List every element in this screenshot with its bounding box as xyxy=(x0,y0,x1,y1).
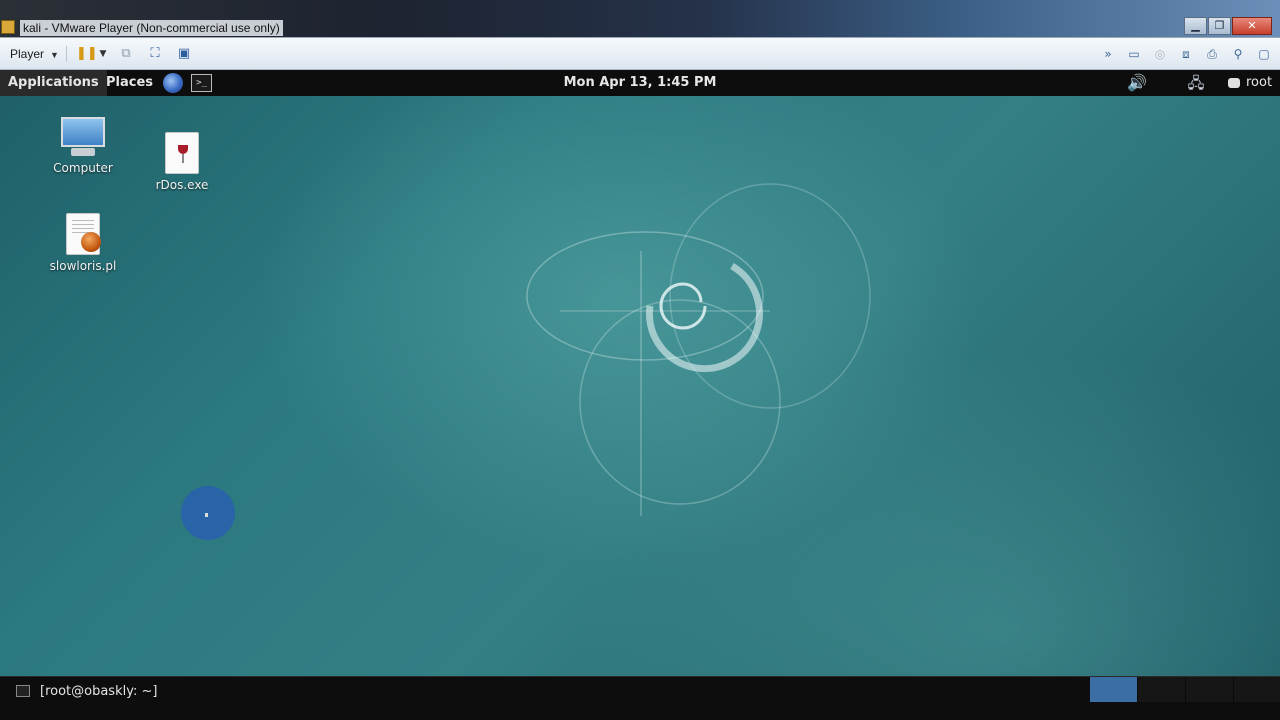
desktop-icon-label: Computer xyxy=(53,161,113,175)
computer-icon xyxy=(61,117,105,157)
network-adapter-icon[interactable]: ⧈ xyxy=(1178,46,1194,62)
pause-icon[interactable]: ❚❚ xyxy=(76,46,98,62)
desktop-icon-label: slowloris.pl xyxy=(49,259,117,273)
vmware-titlebar: kali - VMware Player (Non-commercial use… xyxy=(0,0,1280,38)
fullscreen-icon[interactable]: ⛶ xyxy=(147,46,163,62)
more-icon[interactable]: » xyxy=(1100,46,1116,62)
printer-icon[interactable]: ⎙ xyxy=(1204,46,1220,62)
dropdown-caret-icon[interactable]: ▼ xyxy=(98,46,108,62)
browser-launcher-icon[interactable] xyxy=(163,73,183,93)
bottom-panel: [root@obaskly: ~] xyxy=(0,676,1280,720)
desktop-icon-label: rDos.exe xyxy=(155,178,209,192)
guest-desktop: Applications Places >_ Mon Apr 13, 1:45 … xyxy=(0,70,1280,720)
taskbar-item-terminal[interactable]: [root@obaskly: ~] xyxy=(16,683,157,699)
workspace-2[interactable] xyxy=(1138,677,1186,702)
workspace-3[interactable] xyxy=(1186,677,1234,702)
vmware-toolbar: Player ▼ ❚❚ ▼ ⧉ ⛶ ▣ » ▭ ◎ ⧈ ⎙ ⚲ ▢ xyxy=(0,38,1280,70)
maximize-button[interactable]: ❐ xyxy=(1208,17,1231,35)
desktop-icon-computer[interactable]: Computer xyxy=(38,117,128,175)
user-menu[interactable]: root xyxy=(1246,70,1272,96)
perl-script-icon xyxy=(66,213,101,255)
usb-icon[interactable]: ⚲ xyxy=(1230,46,1246,62)
volume-icon[interactable]: 🔊 xyxy=(1127,74,1147,92)
device-icons: » ▭ ◎ ⧈ ⎙ ⚲ ▢ xyxy=(1100,46,1272,62)
player-menu-button[interactable]: Player ▼ xyxy=(4,44,65,64)
clock[interactable]: Mon Apr 13, 1:45 PM xyxy=(564,75,717,90)
cd-icon[interactable]: ◎ xyxy=(1152,46,1168,62)
send-ctrl-alt-del-icon[interactable]: ⧉ xyxy=(118,46,134,62)
vmware-app-icon xyxy=(1,20,15,34)
desktop-icon-slowloris[interactable]: slowloris.pl xyxy=(38,213,128,273)
wine-exe-icon xyxy=(165,132,199,174)
terminal-icon xyxy=(16,685,30,697)
taskbar-item-label: [root@obaskly: ~] xyxy=(40,683,158,699)
places-menu[interactable]: Places xyxy=(106,70,153,96)
chevron-down-icon: ▼ xyxy=(50,50,59,60)
message-icon[interactable]: ▢ xyxy=(1256,46,1272,62)
toolbar-divider xyxy=(66,46,67,62)
hard-disk-icon[interactable]: ▭ xyxy=(1126,46,1142,62)
applications-menu[interactable]: Applications xyxy=(0,70,107,96)
window-controls: ▁ ❐ ✕ xyxy=(1184,17,1272,35)
terminal-launcher-icon[interactable]: >_ xyxy=(191,74,212,92)
workspace-switcher xyxy=(1090,677,1280,702)
unity-icon[interactable]: ▣ xyxy=(176,46,192,62)
top-panel: Applications Places >_ Mon Apr 13, 1:45 … xyxy=(0,70,1280,96)
workspace-4[interactable] xyxy=(1234,677,1280,702)
network-icon[interactable]: 🖧 xyxy=(1186,74,1206,92)
desktop-icon-rdos[interactable]: rDos.exe xyxy=(137,132,227,192)
chat-icon[interactable] xyxy=(1228,78,1240,88)
window-title: kali - VMware Player (Non-commercial use… xyxy=(20,20,283,36)
mouse-cursor-highlight xyxy=(181,486,235,540)
close-button[interactable]: ✕ xyxy=(1232,17,1272,35)
player-menu-label: Player xyxy=(10,47,45,61)
workspace-1[interactable] xyxy=(1090,677,1138,702)
minimize-button[interactable]: ▁ xyxy=(1184,17,1207,35)
